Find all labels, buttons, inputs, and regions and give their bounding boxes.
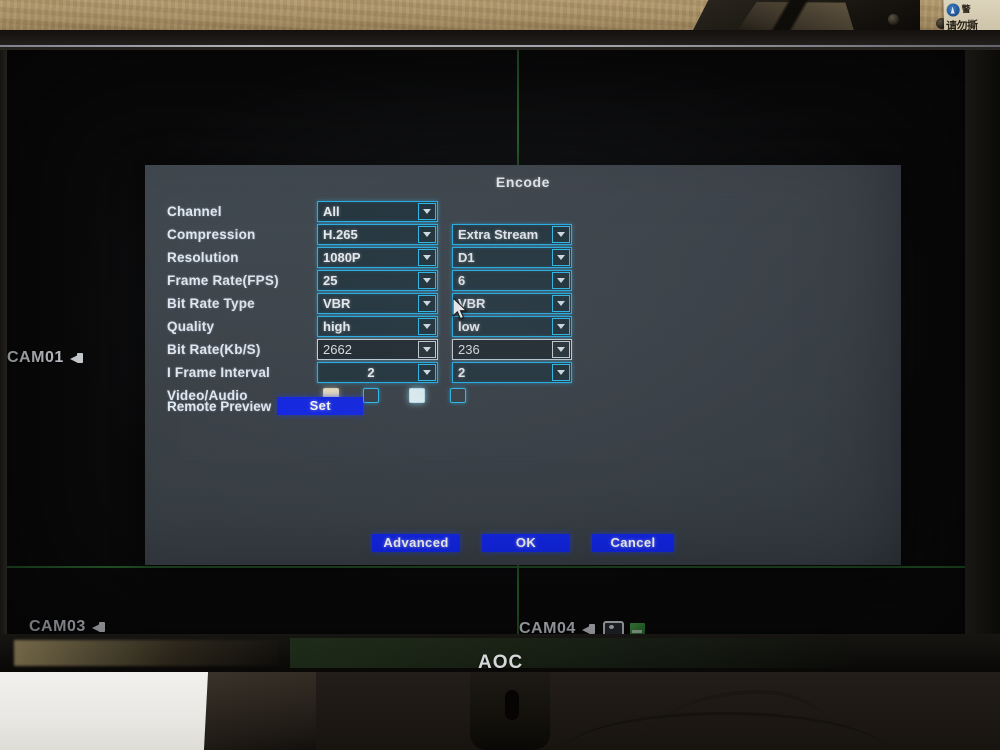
chevron-down-icon[interactable] (418, 226, 436, 243)
dialog-footer: Advanced OK Cancel (145, 534, 901, 552)
camera-label-text: CAM01 (7, 349, 64, 366)
label-channel: Channel (167, 204, 222, 219)
chevron-down-icon[interactable] (418, 318, 436, 335)
bit-rate-type-main-select[interactable]: VBR (317, 293, 438, 314)
frame-rate-main-select[interactable]: 25 (317, 270, 438, 291)
advanced-button[interactable]: Advanced (372, 534, 460, 552)
i-frame-interval-extra-select[interactable]: 2 (452, 362, 572, 383)
chevron-down-icon[interactable] (552, 249, 570, 266)
label-bit-rate: Bit Rate(Kb/S) (167, 342, 261, 357)
camera-label-cam03: CAM03 (29, 618, 107, 634)
bezel-highlight (0, 45, 1000, 47)
chevron-down-icon[interactable] (418, 364, 436, 381)
form-row-bit-rate: Bit Rate(Kb/S) 2662 236 (167, 339, 572, 360)
label-bit-rate-type: Bit Rate Type (167, 296, 255, 311)
form-row-resolution: Resolution 1080P D1 (167, 247, 572, 268)
bit-rate-main-input[interactable]: 2662 (317, 339, 438, 360)
motion-icon (629, 622, 645, 634)
label-i-frame-interval: I Frame Interval (167, 365, 270, 380)
ok-button[interactable]: OK (482, 534, 570, 552)
object-below-monitor (196, 672, 316, 750)
record-icon (602, 621, 624, 634)
chevron-down-icon[interactable] (552, 272, 570, 289)
monitor-brand-logo: AOC (478, 652, 524, 673)
i-frame-interval-main-select[interactable]: 2 (317, 362, 438, 383)
white-paper-sheet (0, 672, 209, 750)
chevron-down-icon[interactable] (552, 295, 570, 312)
sticker-line-1: 警 (961, 5, 971, 16)
chevron-down-icon[interactable] (552, 226, 570, 243)
chevron-down-icon[interactable] (552, 364, 570, 381)
chevron-down-icon[interactable] (418, 272, 436, 289)
bit-rate-extra-input[interactable]: 236 (452, 339, 572, 360)
bezel-reflection-warm (14, 640, 279, 666)
camera-label-text: CAM03 (29, 618, 86, 634)
monitor-screen: CAM01 CAM03 CAM04 Encode Channel All Com… (7, 50, 965, 634)
main-audio-checkbox[interactable] (363, 388, 379, 403)
quality-extra-select[interactable]: low (452, 316, 572, 337)
form-row-i-frame-interval: I Frame Interval 2 2 (167, 362, 572, 383)
compression-main-select[interactable]: H.265 (317, 224, 438, 245)
form-row-frame-rate: Frame Rate(FPS) 25 6 (167, 270, 572, 291)
chevron-down-icon[interactable] (552, 318, 570, 335)
form-row-channel: Channel All (167, 201, 572, 222)
quality-main-select[interactable]: high (317, 316, 438, 337)
channel-select[interactable]: All (317, 201, 438, 222)
extra-video-checkbox[interactable] (409, 388, 425, 403)
police-badge-icon (946, 3, 960, 17)
encode-form: Channel All Compression H.265 Extra Stre… (167, 201, 572, 408)
bezel-reflection-green (290, 638, 850, 668)
camera-label-cam01: CAM01 (7, 349, 85, 367)
form-row-quality: Quality high low (167, 316, 572, 337)
monitor-bezel-left (0, 50, 7, 635)
camera-label-text: CAM04 (519, 620, 576, 634)
form-row-bit-rate-type: Bit Rate Type VBR VBR (167, 293, 572, 314)
photograph-of-dvr-monitor: 警 请勿撕 液晶屏表 CAM01 CAM03 CAM04 Encode (0, 0, 1000, 750)
frame-rate-extra-select[interactable]: 6 (452, 270, 572, 291)
extra-audio-checkbox[interactable] (450, 388, 466, 403)
monitor-bezel-right (965, 50, 1000, 640)
camera-label-cam04: CAM04 (519, 620, 645, 634)
stream-type-select[interactable]: Extra Stream (452, 224, 572, 245)
bit-rate-type-extra-select[interactable]: VBR (452, 293, 572, 314)
label-quality: Quality (167, 319, 215, 334)
label-resolution: Resolution (167, 250, 239, 265)
resolution-main-select[interactable]: 1080P (317, 247, 438, 268)
label-compression: Compression (167, 227, 256, 242)
resolution-extra-select[interactable]: D1 (452, 247, 572, 268)
label-remote-preview: Remote Preview (167, 398, 272, 414)
remote-preview-set-button[interactable]: Set (277, 397, 364, 415)
monitor-stand-cutout (505, 690, 519, 720)
remote-preview-row: Remote Preview Set (167, 397, 364, 415)
monitor-bezel-top (0, 30, 1000, 52)
chevron-down-icon[interactable] (418, 203, 436, 220)
speaker-icon (581, 623, 597, 635)
speaker-icon (91, 621, 107, 634)
form-row-compression: Compression H.265 Extra Stream (167, 224, 572, 245)
video-grid-divider-horizontal (7, 566, 965, 568)
encode-dialog: Encode Channel All Compression H.265 Ext… (145, 165, 901, 565)
dialog-title: Encode (495, 174, 551, 190)
label-frame-rate: Frame Rate(FPS) (167, 273, 279, 288)
screw-icon (888, 14, 899, 25)
chevron-down-icon[interactable] (552, 341, 570, 358)
speaker-icon (69, 352, 85, 365)
chevron-down-icon[interactable] (418, 341, 436, 358)
cancel-button[interactable]: Cancel (592, 534, 674, 552)
chevron-down-icon[interactable] (418, 295, 436, 312)
chevron-down-icon[interactable] (418, 249, 436, 266)
